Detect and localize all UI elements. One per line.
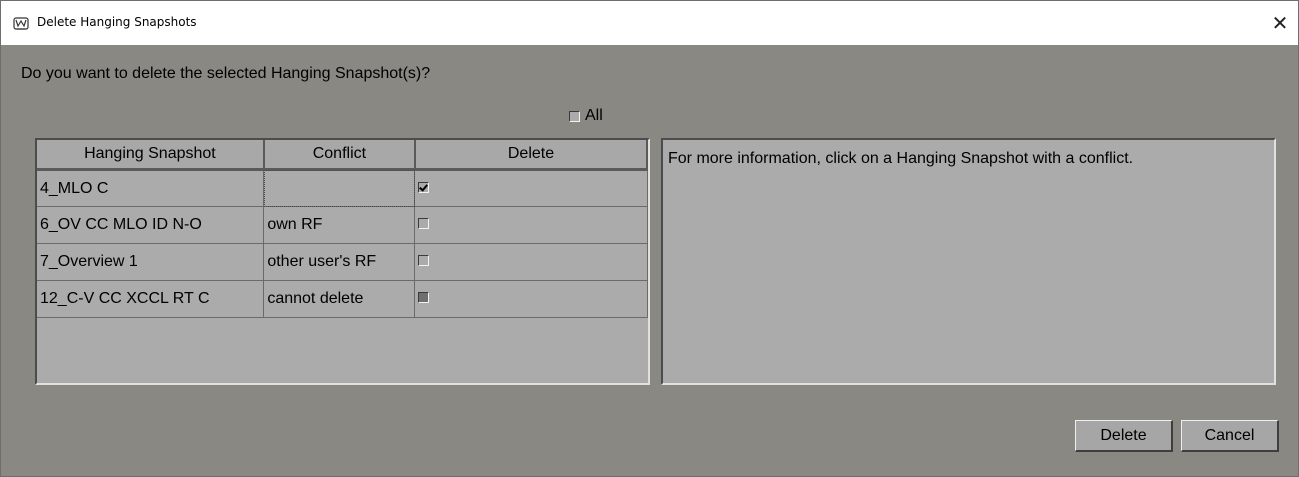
delete-cell[interactable] [414,243,648,281]
delete-cell[interactable] [414,206,648,244]
cancel-button[interactable]: Cancel [1181,420,1279,452]
delete-checkbox[interactable] [418,181,430,193]
delete-checkbox[interactable] [418,218,430,229]
snapshot-cell[interactable]: 4_MLO C [37,169,265,207]
column-header-conflict[interactable]: Conflict [263,140,416,171]
column-header-delete[interactable]: Delete [414,140,649,171]
close-icon[interactable]: ✕ [1262,1,1298,45]
snapshot-cell[interactable]: 6_OV CC MLO ID N-O [37,206,265,244]
table-row[interactable]: 4_MLO C [37,169,648,207]
table-row[interactable]: 12_C-V CC XCCL RT C cannot delete [37,280,648,318]
window-title: Delete Hanging Snapshots [37,15,197,29]
table-header-row: Hanging Snapshot Conflict Delete [37,140,649,171]
conflict-cell[interactable]: cannot delete [263,280,416,318]
conflict-cell[interactable]: other user's RF [263,243,416,281]
info-text: For more information, click on a Hanging… [668,150,1134,167]
delete-checkbox[interactable] [418,255,430,266]
snapshot-cell[interactable]: 7_Overview 1 [37,243,265,281]
select-all-label: All [585,107,603,124]
app-shield-icon [13,16,29,32]
select-all-checkbox[interactable] [569,110,580,122]
snapshot-cell[interactable]: 12_C-V CC XCCL RT C [37,280,265,318]
title-bar: Delete Hanging Snapshots ✕ [1,1,1298,45]
delete-cell[interactable] [414,169,648,207]
snapshot-table-panel: Hanging Snapshot Conflict Delete 4_MLO C… [35,138,650,385]
snapshot-table: Hanging Snapshot Conflict Delete 4_MLO C… [37,140,649,318]
conflict-info-panel: For more information, click on a Hanging… [661,138,1276,385]
table-row[interactable]: 6_OV CC MLO ID N-O own RF [37,206,648,244]
conflict-cell[interactable] [263,169,416,207]
confirm-question: Do you want to delete the selected Hangi… [21,65,431,82]
select-all-control[interactable]: All [569,107,603,125]
column-header-snapshot[interactable]: Hanging Snapshot [37,140,265,171]
delete-checkbox-disabled [418,292,430,303]
delete-cell [414,280,648,318]
dialog-window: Delete Hanging Snapshots ✕ Do you want t… [0,0,1299,477]
table-row[interactable]: 7_Overview 1 other user's RF [37,243,648,281]
delete-button[interactable]: Delete [1075,420,1173,452]
conflict-cell[interactable]: own RF [263,206,416,244]
